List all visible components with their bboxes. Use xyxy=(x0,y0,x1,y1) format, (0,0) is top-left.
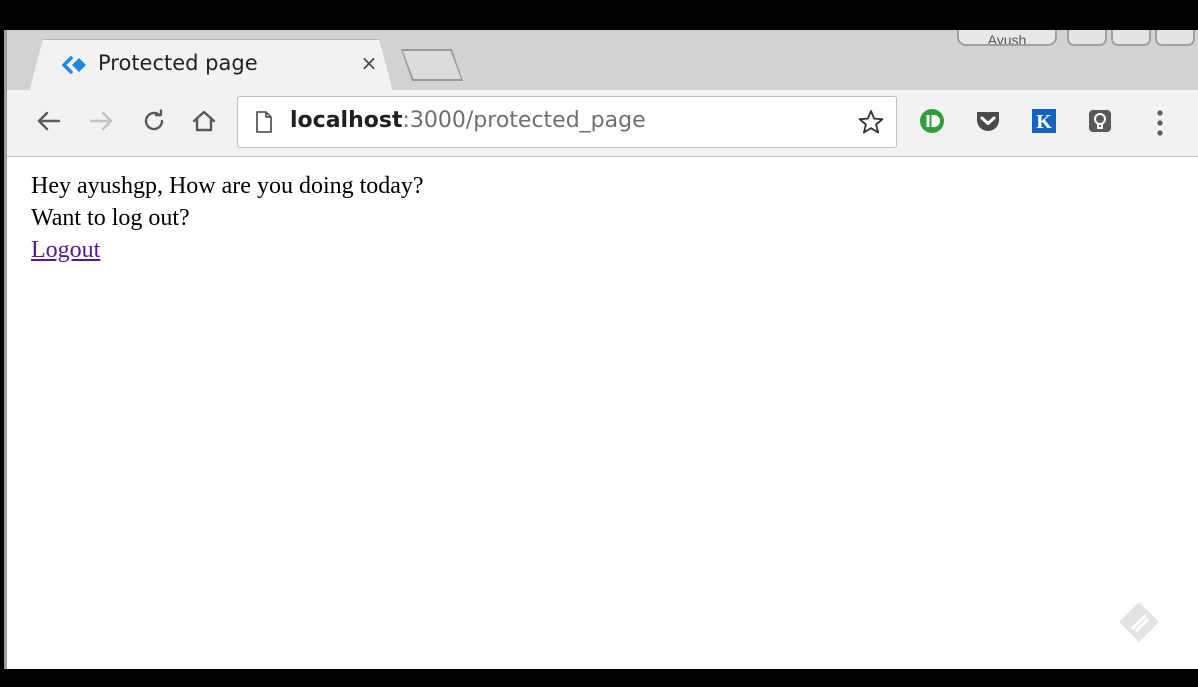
profile-name: Ayush xyxy=(987,32,1027,46)
logout-link[interactable]: Logout xyxy=(31,237,100,263)
pocket-icon xyxy=(977,112,999,131)
back-icon xyxy=(37,111,61,131)
tab-favicon-icon xyxy=(62,54,88,76)
reload-button[interactable] xyxy=(137,104,171,138)
back-button[interactable] xyxy=(31,104,65,138)
toolbar: localhost:3000/protected_page K xyxy=(7,90,1198,157)
profile-button[interactable]: Ayush xyxy=(957,30,1057,46)
k-extension-label: K xyxy=(1036,111,1052,133)
bulb-extension-icon xyxy=(1089,110,1111,132)
home-button[interactable] xyxy=(187,104,221,138)
watermark-logo-icon xyxy=(1119,602,1159,642)
greeting-text: Hey ayushgp, How are you doing today? xyxy=(31,173,424,199)
forward-button[interactable] xyxy=(85,104,119,138)
page-content: Hey ayushgp, How are you doing today? Wa… xyxy=(31,170,1181,266)
browser-window: Protected page × Ayush localhost:3000/pr… xyxy=(4,30,1198,669)
tab-strip: Protected page × Ayush xyxy=(7,30,1198,90)
ext-green-icon xyxy=(920,109,944,133)
new-tab-button[interactable] xyxy=(401,49,463,81)
k-extension-icon: K xyxy=(1032,109,1056,133)
page-info-icon[interactable] xyxy=(254,111,274,133)
logout-question-text: Want to log out? xyxy=(31,205,190,231)
url-host: localhost xyxy=(290,108,403,133)
forward-icon xyxy=(89,111,113,131)
reload-icon xyxy=(144,109,164,131)
tab-close-icon[interactable]: × xyxy=(357,50,381,74)
home-icon xyxy=(192,110,216,132)
pocket-button[interactable] xyxy=(971,104,1005,138)
close-window-button[interactable] xyxy=(1155,30,1195,46)
maximize-button[interactable] xyxy=(1111,30,1151,46)
tab-title: Protected page xyxy=(98,51,258,75)
address-bar[interactable]: localhost:3000/protected_page xyxy=(237,96,897,148)
url-path: :3000/protected_page xyxy=(402,108,646,133)
minimize-button[interactable] xyxy=(1067,30,1107,46)
url-text[interactable]: localhost:3000/protected_page xyxy=(290,108,646,133)
bookmark-star-icon[interactable] xyxy=(858,109,884,135)
extension-green-button[interactable] xyxy=(915,104,949,138)
k-extension-button[interactable]: K xyxy=(1027,104,1061,138)
bulb-extension-button[interactable] xyxy=(1083,104,1117,138)
menu-icon[interactable] xyxy=(1155,108,1165,138)
tab-protected-page[interactable]: Protected page × xyxy=(29,39,393,92)
